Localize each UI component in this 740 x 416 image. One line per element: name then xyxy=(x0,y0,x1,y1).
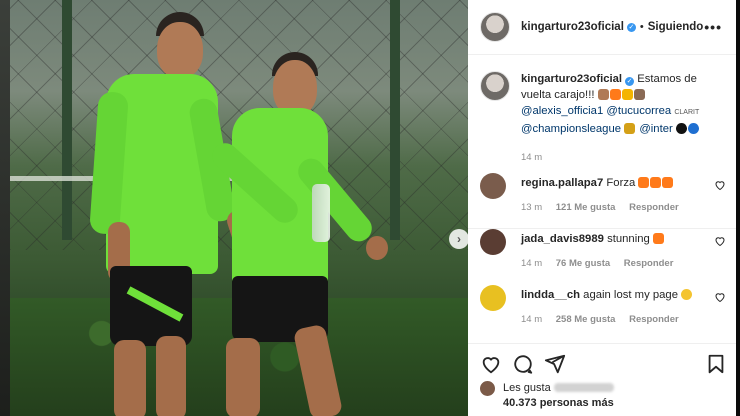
muscle-emoji-icon xyxy=(597,89,609,100)
caption-line2: vuelta carajo!!! xyxy=(521,89,595,101)
caption-line1: Estamos de xyxy=(637,73,697,85)
author-username[interactable]: kingarturo23oficial xyxy=(521,21,624,33)
comment-meta: 14 m 258 Me gusta Responder xyxy=(521,314,690,325)
reply-button[interactable]: Responder xyxy=(624,258,674,269)
water-bottle xyxy=(312,184,330,242)
comment-body: stunning xyxy=(607,233,650,245)
separator: • xyxy=(639,21,644,33)
comment-meta: 14 m 76 Me gusta Responder xyxy=(521,258,684,269)
fire-emoji-icon xyxy=(609,89,621,100)
clarit-label: CLARIT xyxy=(674,109,700,116)
mention-link[interactable]: @alexis_officia1 xyxy=(521,105,603,117)
liker-avatar[interactable] xyxy=(480,381,495,396)
trophy-emoji-icon xyxy=(624,123,636,134)
reply-button[interactable]: Responder xyxy=(629,202,679,213)
heart-icon[interactable] xyxy=(480,353,502,375)
commenter-username[interactable]: lindda__ch xyxy=(521,289,580,301)
blue-heart-emoji-icon xyxy=(687,123,699,134)
likes-prefix-row: Les gusta xyxy=(503,382,614,394)
post-header: kingarturo23oficial ✓ • Siguiendo ••• xyxy=(468,0,736,55)
comment-meta: 13 m 121 Me gusta Responder xyxy=(521,202,690,213)
comment-likes[interactable]: 121 Me gusta xyxy=(556,202,616,213)
comment-time: 14 m xyxy=(521,314,543,325)
comment-body: Forza xyxy=(606,177,636,189)
likes-count[interactable]: 40.373 personas más xyxy=(503,397,614,409)
next-photo-button[interactable]: › xyxy=(449,229,468,249)
crown-emoji-icon xyxy=(621,89,633,100)
caption-username[interactable]: kingarturo23oficial xyxy=(521,73,622,85)
comment-text: regina.pallapa7 Forza xyxy=(521,177,674,189)
reply-button[interactable]: Responder xyxy=(629,314,679,325)
likes-prefix: Les gusta xyxy=(503,382,551,394)
screenshot-frame: › kingarturo23oficial ✓ • Siguiendo ••• … xyxy=(0,0,740,416)
post-photo[interactable]: › xyxy=(10,0,468,416)
mention-link[interactable]: @inter xyxy=(639,123,672,135)
comment-time: 13 m xyxy=(521,202,543,213)
comment-likes[interactable]: 258 Me gusta xyxy=(556,314,616,325)
verified-badge-icon: ✓ xyxy=(625,77,635,86)
bookmark-icon[interactable] xyxy=(705,353,727,375)
commenter-username[interactable]: regina.pallapa7 xyxy=(521,177,603,189)
commenter-username[interactable]: jada_davis8989 xyxy=(521,233,604,245)
like-comment-icon[interactable] xyxy=(714,179,726,191)
comment-text: jada_davis8989 stunning xyxy=(521,233,665,245)
like-comment-icon[interactable] xyxy=(714,291,726,303)
mention-link[interactable]: @championsleague xyxy=(521,123,621,135)
fire-emoji-icon xyxy=(638,177,650,188)
comment-likes[interactable]: 76 Me gusta xyxy=(556,258,610,269)
fire-emoji-icon xyxy=(662,177,674,188)
pray-emoji-icon xyxy=(633,89,645,100)
fence-post xyxy=(390,0,400,240)
caption-avatar[interactable] xyxy=(480,71,510,101)
right-edge xyxy=(736,0,740,416)
post-sidebar: kingarturo23oficial ✓ • Siguiendo ••• ki… xyxy=(468,0,736,416)
verified-badge-icon: ✓ xyxy=(626,22,636,32)
following-button[interactable]: Siguiendo xyxy=(648,21,704,33)
fence-post xyxy=(62,0,72,240)
comment-body: again lost my page xyxy=(583,289,678,301)
sad-face-emoji-icon xyxy=(681,289,693,300)
mention-link[interactable]: @tucucorrea xyxy=(606,105,671,117)
caption-time: 14 m xyxy=(521,152,543,163)
action-bar xyxy=(468,343,736,374)
commenter-avatar[interactable] xyxy=(480,173,506,199)
left-edge xyxy=(0,0,10,416)
more-options-icon[interactable]: ••• xyxy=(704,19,722,35)
commenter-avatar[interactable] xyxy=(480,285,506,311)
comment-text: lindda__ch again lost my page xyxy=(521,289,693,301)
fire-emoji-icon xyxy=(652,233,664,244)
fire-emoji-icon xyxy=(650,177,662,188)
comment-time: 14 m xyxy=(521,258,543,269)
black-heart-emoji-icon xyxy=(675,123,687,134)
like-comment-icon[interactable] xyxy=(714,235,726,247)
commenter-avatar[interactable] xyxy=(480,229,506,255)
comment-icon[interactable] xyxy=(512,353,534,375)
chevron-right-icon: › xyxy=(457,232,461,246)
share-icon[interactable] xyxy=(544,353,566,375)
author-avatar[interactable] xyxy=(480,12,510,42)
blurred-username xyxy=(553,383,614,392)
